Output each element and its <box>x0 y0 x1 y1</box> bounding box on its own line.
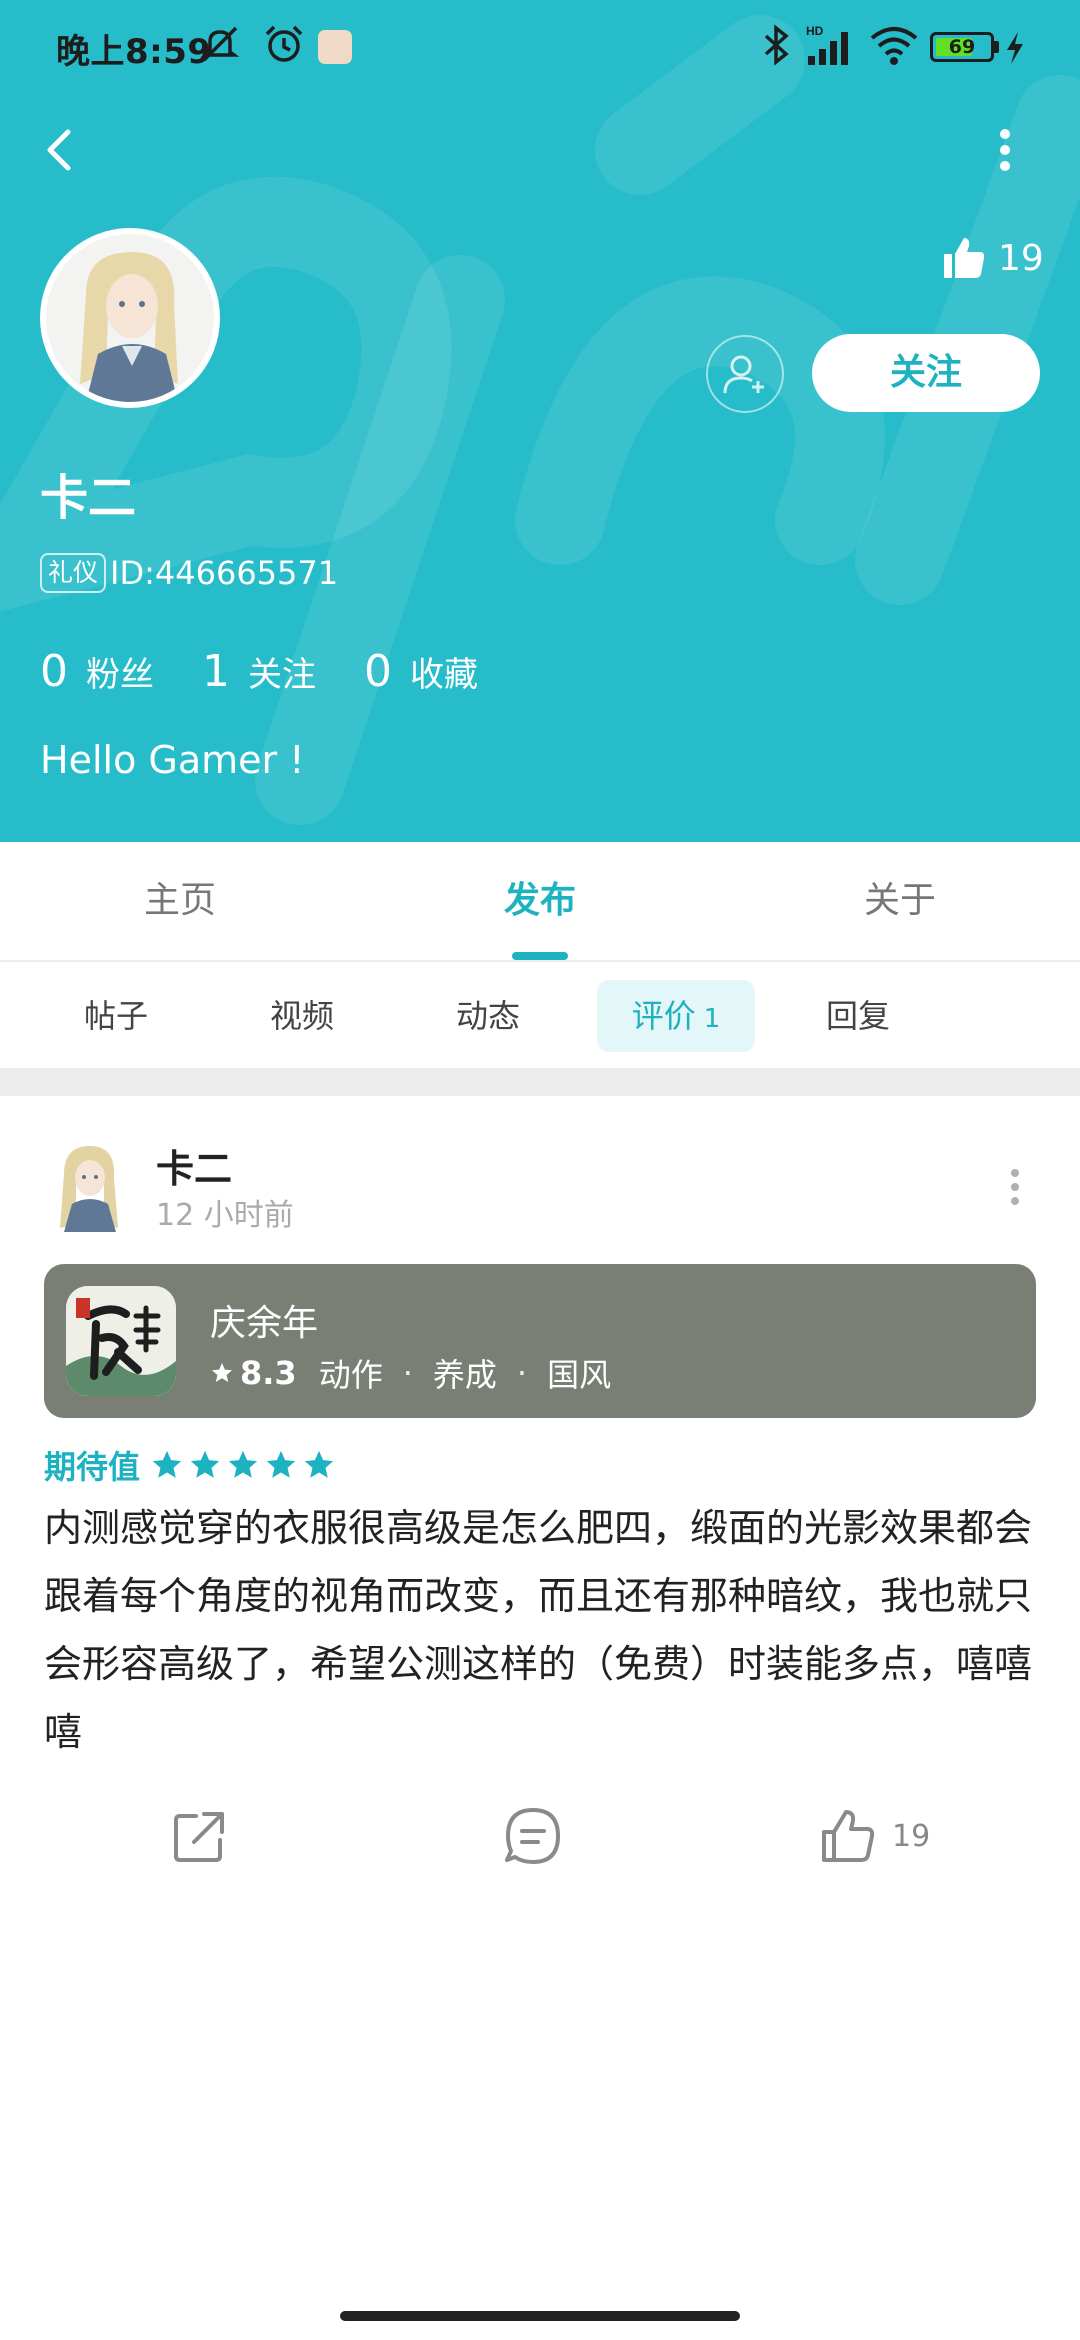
profile-name: 卡二 <box>40 470 137 526</box>
game-card[interactable]: 庆余年 8.3 动作 · 养成 · 国风 <box>44 1264 1036 1418</box>
star-icon <box>228 1450 258 1478</box>
game-score: 8.3 <box>240 1354 297 1392</box>
tab-indicator <box>512 952 568 960</box>
stat-label: 关注 <box>248 655 316 695</box>
review-post: 卡二 12 小时前 庆余年 8.3 动作 · 养成 · 国风 期待值 内测感觉穿… <box>0 1096 1080 2296</box>
thumbs-up-icon <box>944 238 985 278</box>
stat-following[interactable]: 1 关注 <box>202 646 316 697</box>
star-icon <box>190 1450 220 1478</box>
star-icon <box>152 1450 182 1478</box>
stat-number: 1 <box>202 646 230 697</box>
share-button[interactable] <box>170 1796 230 1876</box>
game-tag: 养成 <box>432 1356 497 1394</box>
post-body: 内测感觉穿的衣服很高级是怎么肥四，缎面的光影效果都会跟着每个角度的视角而改变，而… <box>44 1506 1033 1754</box>
tab-posts[interactable]: 发布 <box>360 842 720 960</box>
star-icon <box>304 1450 334 1478</box>
alarm-icon <box>265 25 303 62</box>
like-button[interactable]: 19 <box>818 1796 930 1876</box>
profile-id-row: 礼仪 ID:446665571 <box>40 553 338 593</box>
post-time: 12 小时前 <box>156 1198 294 1233</box>
home-indicator[interactable] <box>340 2311 740 2321</box>
comment-icon <box>505 1808 560 1864</box>
charging-icon <box>1007 32 1023 64</box>
battery: 69 <box>930 32 1000 62</box>
profile-stats: 0 粉丝 1 关注 0 收藏 <box>40 646 526 697</box>
thumbs-up-icon <box>822 1810 875 1862</box>
tab-about[interactable]: 关于 <box>720 842 1080 960</box>
tab-home[interactable]: 主页 <box>0 842 360 960</box>
subtab-threads[interactable]: 帖子 <box>56 980 176 1052</box>
tag-separator: · <box>516 1354 528 1392</box>
subtab-moments[interactable]: 动态 <box>428 980 548 1052</box>
subtab-replies[interactable]: 回复 <box>798 980 918 1052</box>
rating-row: 期待值 <box>44 1442 340 1488</box>
game-title: 庆余年 <box>210 1303 319 1344</box>
subtab-videos[interactable]: 视频 <box>242 980 362 1052</box>
game-tag: 动作 <box>318 1356 383 1394</box>
star-icon <box>266 1450 296 1478</box>
network-type: HD <box>806 24 824 38</box>
back-icon[interactable] <box>36 120 86 180</box>
mute-icon <box>200 26 240 62</box>
subtab-reviews-count: 1 <box>703 1004 721 1034</box>
post-more-icon[interactable] <box>1000 1162 1030 1212</box>
profile-header: 晚上8:59 HD 69 19 关注 卡二 礼仪 ID:446665571 0 … <box>0 0 1080 842</box>
bluetooth-icon <box>764 24 789 66</box>
game-tag: 国风 <box>547 1356 612 1394</box>
follow-button[interactable]: 关注 <box>812 334 1040 412</box>
profile-likes: 19 <box>940 230 1050 286</box>
add-friend-button[interactable] <box>706 335 784 413</box>
rating-label: 期待值 <box>44 1448 141 1486</box>
post-actions: 19 <box>0 1796 1080 1876</box>
subtab-reviews-label: 评价 <box>631 997 696 1035</box>
add-friend-icon <box>723 355 764 394</box>
game-meta: 8.3 动作 · 养成 · 国风 <box>210 1350 611 1396</box>
post-author-avatar[interactable] <box>48 1140 132 1232</box>
watermark-logo <box>0 15 1080 825</box>
subtab-reviews[interactable]: 评价 1 <box>597 980 755 1052</box>
more-vertical-icon[interactable] <box>990 120 1020 180</box>
app-notification-icon <box>318 30 352 64</box>
share-icon <box>174 1812 224 1862</box>
profile-avatar[interactable] <box>40 228 220 408</box>
comment-button[interactable] <box>502 1796 564 1876</box>
stat-number: 0 <box>40 646 68 697</box>
stat-fans[interactable]: 0 粉丝 <box>40 646 154 697</box>
id-badge: 礼仪 <box>40 553 107 593</box>
battery-level: 69 <box>948 36 976 58</box>
likes-count: 19 <box>998 237 1044 279</box>
signal-icon: HD <box>806 24 848 65</box>
tag-separator: · <box>402 1354 413 1392</box>
rating-stars <box>150 1448 340 1482</box>
profile-id[interactable]: ID:446665571 <box>110 554 338 592</box>
stat-label: 收藏 <box>410 655 478 695</box>
stat-favorites[interactable]: 0 收藏 <box>364 646 478 697</box>
post-author-name[interactable]: 卡二 <box>156 1138 232 1193</box>
stat-label: 粉丝 <box>86 655 154 695</box>
profile-bio: Hello Gamer ! <box>40 738 305 782</box>
game-icon <box>66 1286 176 1396</box>
status-bar: 晚上8:59 HD 69 <box>0 0 1080 96</box>
star-icon <box>212 1363 232 1382</box>
sub-tab-bar: 帖子 视频 动态 评价 1 回复 <box>0 962 1080 1068</box>
main-tab-bar: 主页 发布 关于 <box>0 842 1080 962</box>
section-divider <box>0 1068 1080 1096</box>
wifi-icon <box>870 27 918 65</box>
like-count: 19 <box>892 1818 931 1854</box>
status-time: 晚上8:59 <box>56 32 212 72</box>
stat-number: 0 <box>364 646 392 697</box>
